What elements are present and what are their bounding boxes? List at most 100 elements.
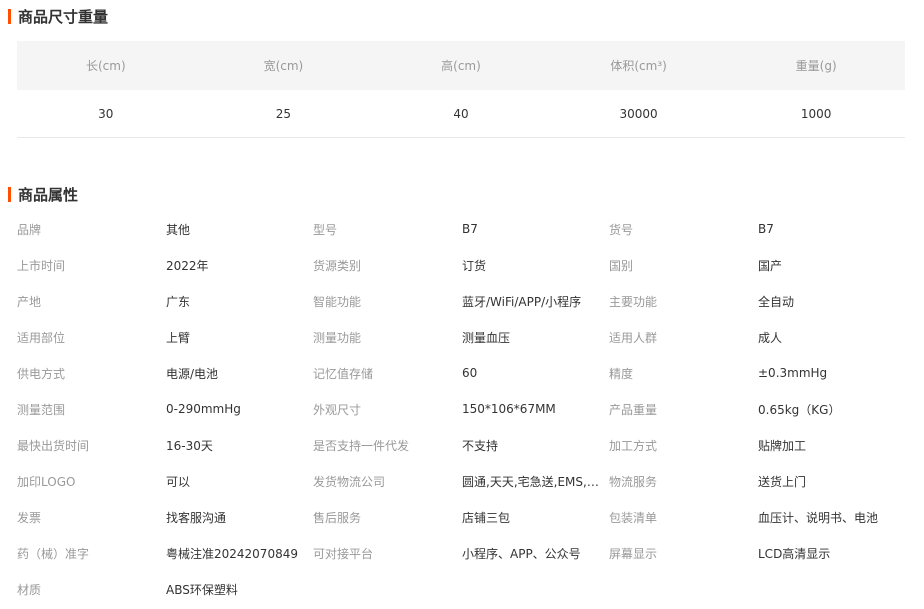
attribute-label: 品牌 — [17, 222, 42, 237]
attribute-value: 其他 — [166, 222, 191, 237]
attribute-label: 材质 — [17, 582, 42, 597]
attribute-row: 药（械）准字 粤械注准20242070849 可对接平台 小程序、APP、公众号 屏幕显… — [17, 535, 905, 571]
attribute-label: 货号 — [609, 222, 634, 237]
attribute-pair: 测量范围 0-290mmHg — [17, 401, 313, 418]
attribute-label: 外观尺寸 — [313, 402, 362, 417]
attribute-label: 适用人群 — [609, 330, 658, 345]
attribute-pair: 包装清单 血压计、说明书、电池 — [609, 509, 905, 526]
attribute-value: 蓝牙/WiFi/APP/小程序 — [462, 294, 582, 309]
attribute-pair: 精度 ±0.3mmHg — [609, 365, 905, 382]
attribute-label: 产地 — [17, 294, 42, 309]
attribute-label: 供电方式 — [17, 366, 66, 381]
attribute-value: 上臂 — [166, 330, 191, 345]
attribute-pair: 售后服务 店铺三包 — [313, 509, 609, 526]
attribute-label: 包装清单 — [609, 510, 658, 525]
attribute-label: 产品重量 — [609, 402, 658, 417]
attributes-section-title: 商品属性 — [8, 185, 79, 204]
attribute-pair: 智能功能 蓝牙/WiFi/APP/小程序 — [313, 293, 609, 310]
attribute-row: 发票 找客服沟通 售后服务 店铺三包 包装清单 血压计、说明书、电池 — [17, 499, 905, 535]
attribute-value: 不支持 — [462, 438, 499, 453]
attribute-value: 店铺三包 — [462, 510, 511, 525]
attribute-label: 发票 — [17, 510, 42, 525]
dimensions-header-row: 长(cm) 宽(cm) 高(cm) 体积(cm³) 重量(g) — [17, 41, 905, 90]
attribute-row: 加印LOGO 可以 发货物流公司 圆通,天天,宅急送,EMS,顺丰 物流服务 送货上门 — [17, 463, 905, 499]
attribute-label: 主要功能 — [609, 294, 658, 309]
attribute-label: 药（械）准字 — [17, 546, 90, 561]
attribute-label: 可对接平台 — [313, 546, 374, 561]
attribute-pair: 最快出货时间 16-30天 — [17, 437, 313, 454]
attribute-value: 送货上门 — [758, 474, 807, 489]
attribute-pair: 记忆值存储 60 — [313, 365, 609, 382]
dim-value-height: 40 — [453, 106, 469, 121]
attribute-pair: 发货物流公司 圆通,天天,宅急送,EMS,顺丰 — [313, 473, 609, 490]
attribute-row: 产地 广东 智能功能 蓝牙/WiFi/APP/小程序 主要功能 全自动 — [17, 283, 905, 319]
attribute-pair: 是否支持一件代发 不支持 — [313, 437, 609, 454]
attribute-pair: 产品重量 0.65kg（KG） — [609, 401, 905, 418]
attribute-row: 最快出货时间 16-30天 是否支持一件代发 不支持 加工方式 贴牌加工 — [17, 427, 905, 463]
attribute-label: 型号 — [313, 222, 338, 237]
attribute-pair: 型号 B7 — [313, 221, 609, 238]
attributes-title-text: 商品属性 — [18, 185, 79, 204]
attribute-value: 成人 — [758, 330, 783, 345]
dimensions-title-text: 商品尺寸重量 — [18, 7, 109, 26]
dim-header-volume: 体积(cm³) — [610, 59, 667, 73]
attribute-label: 适用部位 — [17, 330, 66, 345]
attributes-grid: 品牌 其他 型号 B7 货号 B7 上市时间 2022年 货源类别 订货 国别 国产 产地 广东 智能功能 蓝… — [17, 211, 905, 607]
attribute-value: 血压计、说明书、电池 — [758, 510, 879, 525]
attribute-pair: 主要功能 全自动 — [609, 293, 905, 310]
attribute-row: 测量范围 0-290mmHg 外观尺寸 150*106*67MM 产品重量 0.65kg（… — [17, 391, 905, 427]
attribute-pair: 发票 找客服沟通 — [17, 509, 313, 526]
attribute-value: ABS环保塑料 — [166, 582, 238, 597]
attribute-pair: 测量功能 测量血压 — [313, 329, 609, 346]
attribute-label: 加印LOGO — [17, 474, 76, 489]
dimensions-section-title: 商品尺寸重量 — [8, 7, 109, 26]
dim-value-width: 25 — [275, 106, 292, 121]
attribute-value: 60 — [462, 366, 478, 380]
attribute-label: 物流服务 — [609, 474, 658, 489]
dim-header-length: 长(cm) — [85, 59, 126, 73]
attribute-pair: 国别 国产 — [609, 257, 905, 274]
attribute-pair: 供电方式 电源/电池 — [17, 365, 313, 382]
attribute-pair: 药（械）准字 粤械注准20242070849 — [17, 545, 313, 562]
dim-header-weight: 重量(g) — [795, 59, 837, 73]
attribute-value: 圆通,天天,宅急送,EMS,顺丰 — [462, 474, 602, 489]
attribute-value: 国产 — [758, 258, 783, 273]
attribute-row: 品牌 其他 型号 B7 货号 B7 — [17, 211, 905, 247]
attribute-label: 是否支持一件代发 — [313, 438, 410, 453]
attribute-value: ±0.3mmHg — [758, 366, 828, 380]
attribute-value: 150*106*67MM — [462, 402, 556, 416]
dim-value-weight: 1000 — [800, 106, 832, 121]
attribute-value: 粤械注准20242070849 — [166, 546, 298, 561]
attribute-row: 适用部位 上臂 测量功能 测量血压 适用人群 成人 — [17, 319, 905, 355]
attribute-label: 记忆值存储 — [313, 366, 374, 381]
dim-value-volume: 30000 — [619, 106, 658, 121]
attribute-label: 加工方式 — [609, 438, 658, 453]
attribute-pair: 加印LOGO 可以 — [17, 473, 313, 490]
attribute-label: 测量范围 — [17, 402, 66, 417]
attribute-value: LCD高清显示 — [758, 546, 831, 561]
attribute-row: 材质 ABS环保塑料 — [17, 571, 905, 607]
attribute-label: 最快出货时间 — [17, 438, 90, 453]
attribute-label: 国别 — [609, 258, 634, 273]
attribute-pair: 可对接平台 小程序、APP、公众号 — [313, 545, 609, 562]
dimensions-table: 长(cm) 宽(cm) 高(cm) 体积(cm³) 重量(g) 30 25 40… — [17, 41, 905, 138]
attribute-pair: 材质 ABS环保塑料 — [17, 581, 313, 598]
attribute-pair: 适用部位 上臂 — [17, 329, 313, 346]
attribute-value: B7 — [462, 222, 478, 236]
attribute-pair: 屏幕显示 LCD高清显示 — [609, 545, 905, 562]
attribute-row: 上市时间 2022年 货源类别 订货 国别 国产 — [17, 247, 905, 283]
attribute-value: 小程序、APP、公众号 — [462, 546, 581, 561]
attribute-label: 屏幕显示 — [609, 546, 658, 561]
title-accent-bar — [8, 8, 11, 24]
attribute-value: 16-30天 — [166, 438, 213, 453]
dimensions-value-row: 30 25 40 30000 1000 — [17, 90, 905, 138]
dim-header-height: 高(cm) — [441, 59, 481, 73]
attribute-pair: 货号 B7 — [609, 221, 905, 238]
attribute-value: 贴牌加工 — [758, 438, 807, 453]
attribute-label: 上市时间 — [17, 258, 66, 273]
attribute-pair: 适用人群 成人 — [609, 329, 905, 346]
attribute-label: 发货物流公司 — [313, 474, 386, 489]
attribute-pair: 货源类别 订货 — [313, 257, 609, 274]
attribute-pair: 品牌 其他 — [17, 221, 313, 238]
attribute-value: 0.65kg（KG） — [758, 402, 841, 417]
